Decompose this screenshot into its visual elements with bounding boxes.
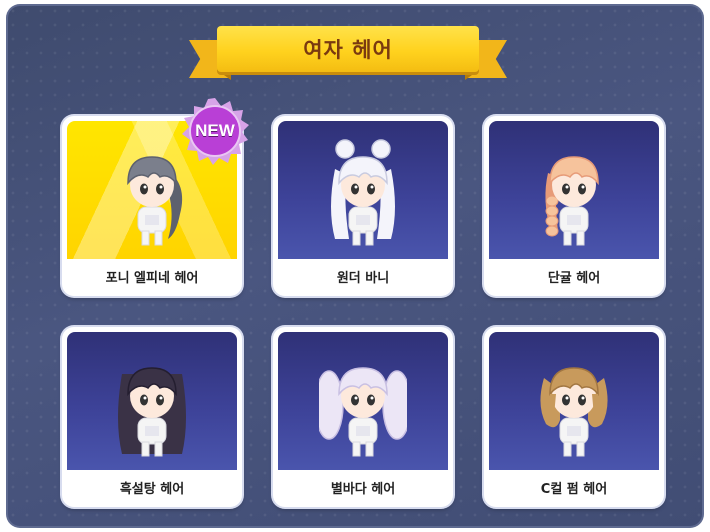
character-avatar-icon: [331, 139, 395, 246]
hair-card-pony-elpine[interactable]: 포니 엘피네 헤어 NEW: [62, 98, 249, 296]
title-banner: 여자 헤어: [189, 22, 507, 86]
hair-name: C컬 펌 헤어: [540, 482, 608, 497]
hair-name: 별바다 헤어: [330, 482, 396, 497]
hair-card-heukseoltang[interactable]: 흑설탕 헤어: [62, 327, 242, 507]
character-avatar-icon: [545, 156, 599, 246]
ribbon-main: 여자 헤어: [217, 26, 479, 72]
banner-title: 여자 헤어: [303, 38, 393, 62]
hair-card-wonder-bunny[interactable]: 원더 바니: [273, 116, 453, 296]
character-avatar-icon: [319, 367, 407, 457]
hair-preview: [278, 121, 448, 259]
new-badge-label: NEW: [195, 121, 235, 140]
hair-card-dangyul[interactable]: 단귤 헤어: [484, 116, 664, 296]
hair-name: 단귤 헤어: [547, 271, 601, 286]
hair-name: 원더 바니: [336, 271, 390, 286]
character-avatar-icon: [540, 367, 608, 457]
hair-preview: [67, 332, 237, 470]
hair-card-c-curl-perm[interactable]: C컬 펌 헤어: [484, 327, 664, 507]
hair-preview: [489, 121, 659, 259]
hair-card-byeolbada[interactable]: 별바다 헤어: [273, 327, 453, 507]
hair-preview: [489, 332, 659, 470]
new-badge: NEW: [180, 96, 250, 166]
character-avatar-icon: [118, 367, 186, 457]
hair-name: 흑설탕 헤어: [119, 482, 185, 497]
hair-selection-panel: 여자 헤어 포니 엘피네 헤어 NEW 원더 바니 단귤 헤어 흑설탕 헤어 별…: [6, 4, 704, 528]
hair-preview: [278, 332, 448, 470]
hair-name: 포니 엘피네 헤어: [105, 271, 199, 286]
